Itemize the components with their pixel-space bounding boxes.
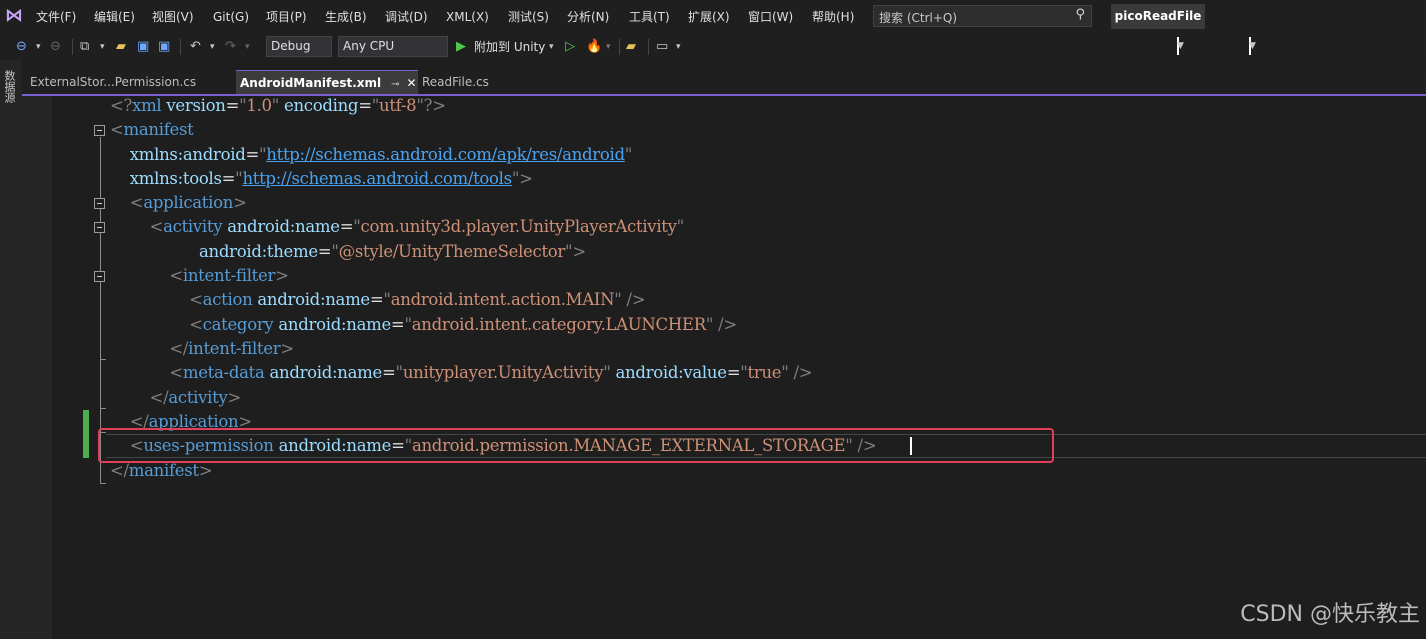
configuration-select[interactable]: Debug ▼ xyxy=(266,36,1184,57)
code-line[interactable]: <?xml version="1.0" encoding="utf-8"?> xyxy=(110,94,446,118)
solution-name-badge: picoReadFile xyxy=(1111,4,1205,29)
editor-line-margin xyxy=(52,96,110,639)
menu-analyze[interactable]: 分析(N) xyxy=(567,9,609,25)
menu-tools[interactable]: 工具(T) xyxy=(629,9,670,25)
save-icon[interactable]: ▣ xyxy=(137,38,149,56)
document-tabs: ExternalStor...Permission.cs AndroidMani… xyxy=(22,70,1426,94)
navigate-back-icon[interactable]: ⊖ xyxy=(16,38,27,56)
menu-bar: ⋈ 文件(F) 编辑(E) 视图(V) Git(G) 项目(P) 生成(B) 调… xyxy=(0,0,1426,34)
editor-indicator-margin xyxy=(22,96,52,639)
chevron-down-icon: ▼ xyxy=(1249,37,1256,55)
code-line[interactable]: android:theme="@style/UnityThemeSelector… xyxy=(110,240,586,264)
new-project-icon[interactable]: ⧉ xyxy=(80,38,89,56)
code-line[interactable]: <manifest xyxy=(110,118,194,142)
data-sources-strip[interactable]: 数据源 xyxy=(0,60,22,639)
menu-git[interactable]: Git(G) xyxy=(213,9,249,25)
tab-externalstorage-permission[interactable]: ExternalStor...Permission.cs xyxy=(30,70,236,94)
outline-guide-end xyxy=(100,408,106,409)
code-line[interactable]: <intent-filter> xyxy=(110,264,289,288)
start-debugging-icon[interactable]: ▶ xyxy=(456,38,466,56)
undo-dropdown-icon[interactable]: ▾ xyxy=(210,38,215,56)
code-line[interactable]: </intent-filter> xyxy=(110,337,294,361)
code-line[interactable]: <activity android:name="com.unity3d.play… xyxy=(110,215,685,239)
collapse-activity-icon[interactable] xyxy=(94,222,105,233)
tab-androidmanifest[interactable]: AndroidManifest.xml ⊸ ✕ xyxy=(236,70,418,94)
menu-file[interactable]: 文件(F) xyxy=(36,9,76,25)
back-dropdown-icon[interactable]: ▾ xyxy=(36,38,41,56)
collapse-application-icon[interactable] xyxy=(94,198,105,209)
menu-view[interactable]: 视图(V) xyxy=(152,9,194,25)
menu-edit[interactable]: 编辑(E) xyxy=(94,9,135,25)
menu-test[interactable]: 测试(S) xyxy=(508,9,549,25)
menu-window[interactable]: 窗口(W) xyxy=(748,9,793,25)
platform-value: Any CPU xyxy=(343,39,395,53)
code-line[interactable]: </activity> xyxy=(110,386,242,410)
outline-guide-end xyxy=(100,483,106,484)
outline-guide-end xyxy=(100,359,106,360)
menu-xml[interactable]: XML(X) xyxy=(446,9,489,25)
code-line[interactable]: <application> xyxy=(110,191,247,215)
toolbar-overflow-icon[interactable]: ▾ xyxy=(676,38,681,56)
toolbar-separator xyxy=(180,39,181,55)
menu-help[interactable]: 帮助(H) xyxy=(812,9,854,25)
code-line[interactable]: <action android:name="android.intent.act… xyxy=(110,288,645,312)
new-item-dropdown-icon[interactable]: ▾ xyxy=(100,38,105,56)
tab-label: AndroidManifest.xml xyxy=(240,76,382,90)
pin-icon[interactable]: ⊸ xyxy=(391,79,399,90)
tab-label: ReadFile.cs xyxy=(422,75,489,89)
code-line[interactable]: xmlns:tools="http://schemas.android.com/… xyxy=(110,167,533,191)
redo-icon[interactable]: ↷ xyxy=(225,38,236,56)
folder-view-icon[interactable]: ▰ xyxy=(626,38,636,56)
code-line[interactable]: xmlns:android="http://schemas.android.co… xyxy=(110,143,633,167)
chevron-down-icon: ▼ xyxy=(1177,37,1184,55)
menu-extensions[interactable]: 扩展(X) xyxy=(688,9,730,25)
search-icon: ⚲ xyxy=(1075,7,1085,22)
data-sources-tab[interactable]: 数据源 xyxy=(3,70,17,103)
navigate-forward-icon[interactable]: ⊖ xyxy=(50,38,61,56)
window-layout-icon[interactable]: ▭ xyxy=(656,38,668,56)
menu-debug[interactable]: 调试(D) xyxy=(385,9,428,25)
save-all-icon[interactable]: ▣ xyxy=(158,38,170,56)
collapse-manifest-icon[interactable] xyxy=(94,125,105,136)
configuration-value: Debug xyxy=(271,39,311,53)
collapse-intent-filter-icon[interactable] xyxy=(94,271,105,282)
redo-dropdown-icon[interactable]: ▾ xyxy=(245,38,250,56)
tab-label: ExternalStor...Permission.cs xyxy=(30,75,197,89)
platform-select[interactable]: Any CPU ▼ xyxy=(338,36,1256,57)
search-placeholder: 搜索 (Ctrl+Q) xyxy=(879,11,958,25)
open-folder-icon[interactable]: ▰ xyxy=(116,38,126,56)
close-icon[interactable]: ✕ xyxy=(407,76,417,90)
watermark: CSDN @快乐教主 xyxy=(1240,602,1420,627)
toolbar: ⊖ ▾ ⊖ ⧉ ▾ ▰ ▣ ▣ ↶ ▾ ↷ ▾ Debug ▼ Any CPU … xyxy=(0,34,1426,60)
visual-studio-logo-icon: ⋈ xyxy=(5,5,23,26)
hot-reload-icon[interactable]: 🔥 xyxy=(586,38,602,56)
toolbar-separator xyxy=(648,39,649,55)
annotation-highlight-box xyxy=(98,428,1054,463)
menu-project[interactable]: 项目(P) xyxy=(266,9,307,25)
attach-to-unity-button[interactable]: 附加到 Unity xyxy=(474,38,545,56)
hot-reload-dropdown-icon[interactable]: ▾ xyxy=(606,38,611,56)
tab-readfile[interactable]: ReadFile.cs xyxy=(422,70,532,94)
search-input[interactable]: 搜索 (Ctrl+Q) ⚲ xyxy=(873,5,1092,27)
undo-icon[interactable]: ↶ xyxy=(190,38,201,56)
toolbar-separator xyxy=(619,39,620,55)
attach-dropdown-icon[interactable]: ▾ xyxy=(549,38,554,56)
start-without-debugging-icon[interactable]: ▷ xyxy=(565,38,575,56)
code-line[interactable]: <meta-data android:name="unityplayer.Uni… xyxy=(110,361,812,385)
menu-build[interactable]: 生成(B) xyxy=(325,9,367,25)
code-line[interactable]: <category android:name="android.intent.c… xyxy=(110,313,737,337)
toolbar-separator xyxy=(72,39,73,55)
change-tracking-marker xyxy=(83,410,89,458)
